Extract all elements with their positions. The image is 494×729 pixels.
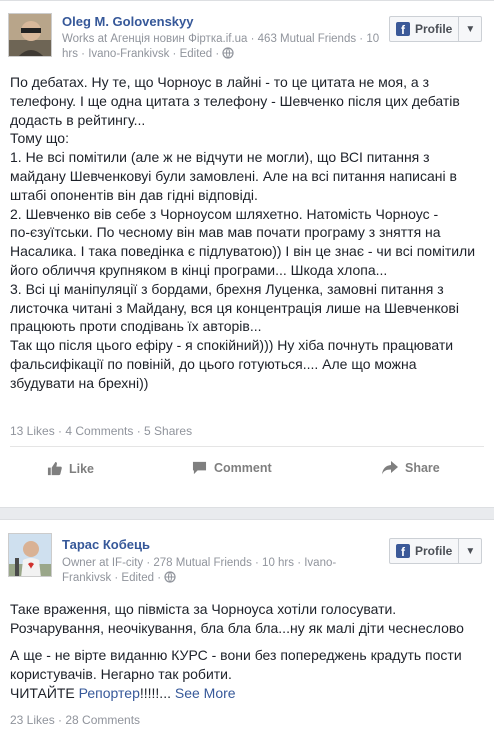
- share-label: Share: [405, 461, 440, 475]
- meta-text: Frankivsk · Edited ·: [62, 572, 165, 584]
- paragraph-text: ово: [441, 619, 464, 636]
- chevron-down-icon[interactable]: ▼: [458, 17, 481, 41]
- meta-text: · 463 Mutual Friends · 10: [247, 33, 380, 45]
- post-body: По дебатах. Ну те, що Чорноус в лайні - …: [10, 74, 476, 391]
- thumbs-up-icon: [47, 461, 62, 476]
- post-body-paragraph: А ще - не вірте виданню КУРС - вони без …: [10, 646, 488, 702]
- globe-icon: [164, 571, 176, 588]
- reporter-link[interactable]: Репортер: [79, 685, 140, 701]
- globe-icon: [222, 47, 235, 64]
- paragraph-text: !!!!!...: [139, 684, 175, 701]
- profile-button[interactable]: f Profile ▼: [389, 538, 483, 564]
- post-body-paragraph: Таке враження, що півміста за Чорноуса х…: [10, 600, 488, 638]
- profile-button-main[interactable]: f Profile: [390, 17, 458, 41]
- workplace-link[interactable]: IF-city: [112, 557, 143, 569]
- meta-text: · 278 Mutual Friends · 10 hrs · Ivano-: [143, 557, 337, 569]
- see-more-link[interactable]: See More: [175, 685, 236, 701]
- like-button[interactable]: Like: [47, 461, 94, 476]
- post-meta: Works at Агенція новин Фіртка.if.ua · 46…: [62, 32, 382, 64]
- avatar[interactable]: [8, 533, 52, 577]
- facebook-icon: f: [396, 22, 410, 37]
- workplace-link[interactable]: Агенція новин Фіртка.if.ua: [110, 33, 247, 45]
- profile-label: Profile: [415, 544, 453, 558]
- like-label: Like: [69, 461, 95, 476]
- facebook-icon: f: [396, 544, 410, 559]
- post-card: Oleg M. Golovenskyy Works at Агенція нов…: [0, 0, 494, 508]
- meta-text: Works at: [62, 33, 111, 45]
- paragraph-text: Таке враження, що півміста за Чорноуса х…: [10, 601, 442, 636]
- author-name[interactable]: Тарас Кобець: [62, 537, 150, 552]
- meta-text: hrs · Ivano-Frankivsk · Edited ·: [62, 48, 223, 60]
- post-card: Тарас Кобець Owner at IF-city · 278 Mutu…: [0, 519, 494, 729]
- share-icon: [382, 461, 398, 475]
- avatar[interactable]: [8, 13, 52, 57]
- comment-icon: [192, 461, 207, 475]
- comment-button[interactable]: Comment: [192, 461, 272, 475]
- comment-label: Comment: [214, 461, 272, 475]
- profile-button-main[interactable]: f Profile: [390, 539, 458, 563]
- post-stats[interactable]: 13 Likes · 4 Comments · 5 Shares: [10, 424, 192, 438]
- profile-button[interactable]: f Profile ▼: [389, 16, 483, 42]
- meta-text: Owner at: [62, 557, 112, 569]
- post-stats[interactable]: 23 Likes · 28 Comments: [10, 713, 140, 727]
- divider: [10, 446, 484, 447]
- post-meta: Owner at IF-city · 278 Mutual Friends · …: [62, 556, 362, 588]
- share-button[interactable]: Share: [382, 461, 440, 475]
- chevron-down-icon[interactable]: ▼: [458, 539, 481, 563]
- author-name[interactable]: Oleg M. Golovenskyy: [62, 14, 194, 29]
- profile-label: Profile: [415, 22, 453, 36]
